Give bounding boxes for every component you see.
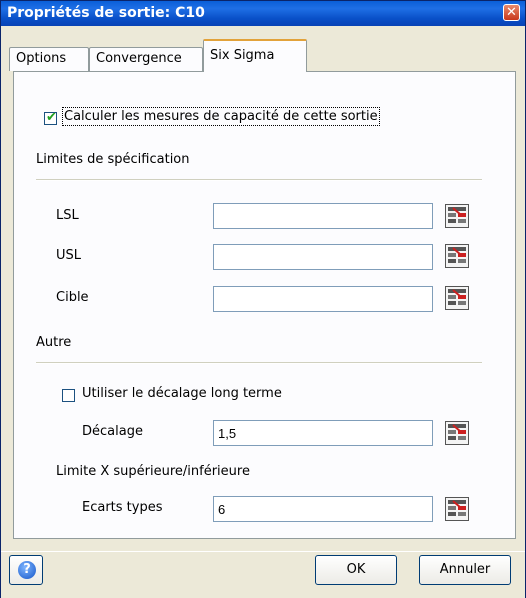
ecarts-types-input[interactable] — [213, 496, 433, 522]
long-term-shift-checkbox[interactable] — [62, 389, 75, 402]
ok-button[interactable]: OK — [315, 555, 397, 585]
window-title: Propriétés de sortie: C10 — [7, 5, 205, 21]
close-icon: ✕ — [506, 5, 517, 20]
cible-label: Cible — [56, 290, 89, 305]
ecarts-types-label: Ecarts types — [82, 500, 163, 515]
cell-select-icon — [445, 244, 469, 268]
limite-x-heading: Limite X supérieure/inférieure — [56, 464, 250, 479]
help-icon: ? — [18, 561, 36, 579]
autre-heading: Autre — [36, 335, 72, 350]
separator — [36, 362, 482, 364]
cell-select-icon — [445, 497, 469, 521]
tab-convergence-label: Convergence — [96, 51, 182, 66]
tab-options-label: Options — [16, 51, 67, 66]
separator — [36, 179, 482, 181]
cell-select-icon — [445, 421, 469, 445]
cible-input[interactable] — [213, 286, 433, 312]
tab-six-sigma-label: Six Sigma — [210, 48, 275, 63]
decalage-cell-picker-button[interactable] — [445, 421, 469, 445]
dialog-window: Propriétés de sortie: C10 ✕ Options Conv… — [0, 0, 526, 598]
cell-select-icon — [445, 204, 469, 228]
lsl-cell-picker-button[interactable] — [445, 204, 469, 228]
lsl-input[interactable] — [213, 203, 433, 229]
calc-capability-label[interactable]: Calculer les mesures de capacité de cett… — [62, 107, 380, 126]
six-sigma-panel: ✔ Calculer les mesures de capacité de ce… — [13, 71, 516, 539]
usl-cell-picker-button[interactable] — [445, 244, 469, 268]
ecarts-cell-picker-button[interactable] — [445, 497, 469, 521]
tab-six-sigma[interactable]: Six Sigma — [203, 39, 307, 72]
decalage-input[interactable] — [213, 420, 433, 446]
cell-select-icon — [445, 286, 469, 310]
tab-convergence[interactable]: Convergence — [89, 47, 203, 71]
long-term-shift-label[interactable]: Utiliser le décalage long terme — [82, 386, 282, 401]
title-bar[interactable]: Propriétés de sortie: C10 ✕ — [1, 1, 525, 26]
lsl-label: LSL — [56, 208, 79, 223]
calc-capability-checkbox[interactable]: ✔ — [44, 110, 57, 125]
cible-cell-picker-button[interactable] — [445, 286, 469, 310]
cancel-button[interactable]: Annuler — [419, 555, 511, 585]
usl-label: USL — [56, 248, 82, 263]
usl-input[interactable] — [213, 244, 433, 270]
tab-options[interactable]: Options — [9, 47, 89, 71]
close-button[interactable]: ✕ — [503, 4, 520, 21]
help-button[interactable]: ? — [9, 555, 43, 585]
spec-limits-heading: Limites de spécification — [36, 152, 190, 167]
checkmark-icon: ✔ — [46, 110, 57, 125]
decalage-label: Décalage — [82, 424, 143, 439]
